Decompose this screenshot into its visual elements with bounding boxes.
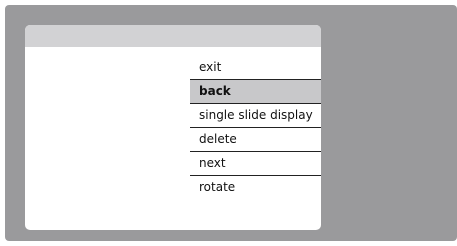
menu-item-back[interactable]: back xyxy=(190,80,321,104)
context-menu: exit back single slide display delete ne… xyxy=(190,56,321,200)
menu-item-delete[interactable]: delete xyxy=(190,128,321,152)
context-menu-dialog: exit back single slide display delete ne… xyxy=(25,25,321,230)
menu-item-next[interactable]: next xyxy=(190,152,321,176)
menu-item-exit[interactable]: exit xyxy=(190,56,321,80)
dialog-header-bar xyxy=(25,25,321,47)
menu-item-single-slide-display[interactable]: single slide display xyxy=(190,104,321,128)
menu-item-rotate[interactable]: rotate xyxy=(190,176,321,200)
